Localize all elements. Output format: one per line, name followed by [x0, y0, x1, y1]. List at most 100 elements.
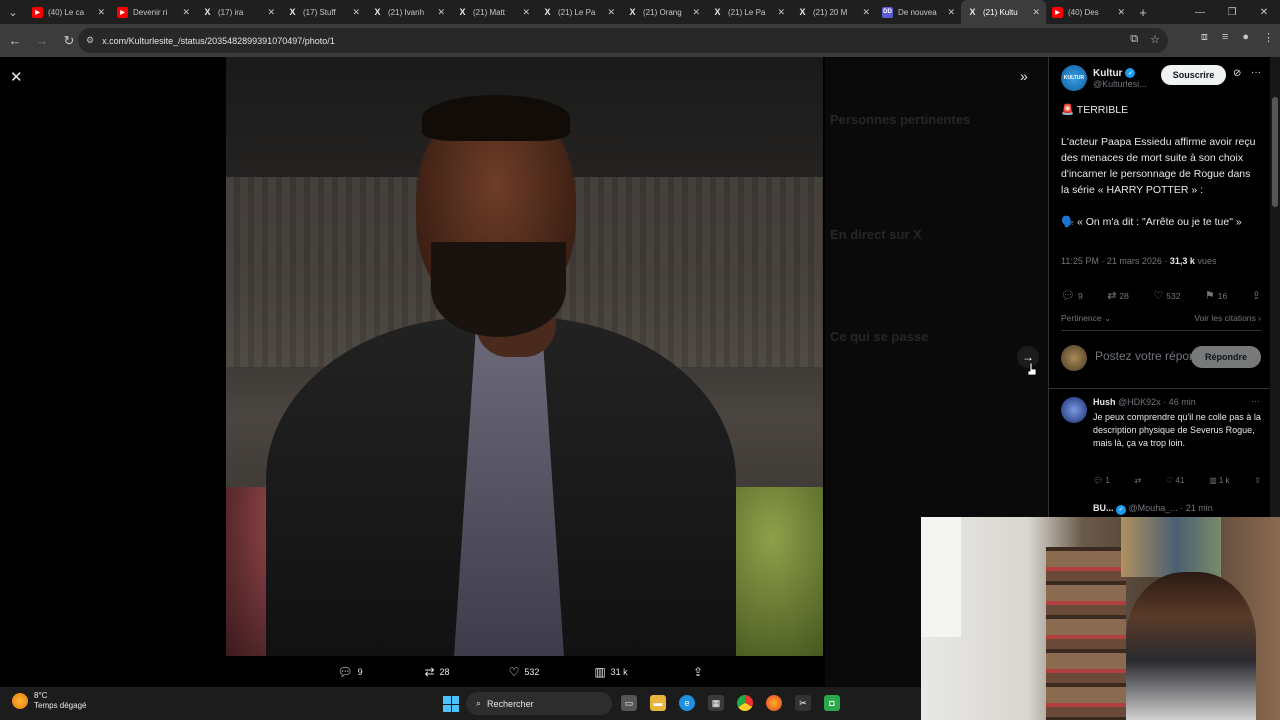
extensions-icon[interactable]: ⧈	[1201, 31, 1208, 44]
reply-repost-action[interactable]: ⇄	[1135, 476, 1142, 485]
post-timestamp[interactable]: 11:25 PM · 21 mars 2026 ·	[1061, 256, 1167, 266]
ghost-heading-live: En direct sur X	[830, 227, 922, 242]
more-options-icon[interactable]: ···	[1251, 67, 1261, 78]
tab-close-icon[interactable]: ✕	[522, 7, 530, 18]
minimize-icon[interactable]: —	[1184, 0, 1216, 24]
sort-dropdown[interactable]: Pertinence ⌄	[1061, 313, 1111, 324]
weather-widget[interactable]: 8°C Temps dégagé	[12, 691, 86, 711]
task-view-icon[interactable]: ▭	[621, 695, 637, 711]
chevron-right-icon: ›	[1258, 313, 1261, 323]
view-quotes-link[interactable]: Voir les citations ›	[1194, 313, 1261, 324]
reply-item[interactable]: BU... ✓ @Mouha_... · 21 min	[1061, 503, 1261, 515]
browser-tab[interactable]: X (21) Le Pa ✕	[706, 0, 791, 24]
post-author[interactable]: KULTUR Kultur ✓ @Kulturlesi...	[1061, 65, 1147, 91]
reply-author-handle[interactable]: @Mouha_...	[1129, 503, 1178, 513]
author-name[interactable]: Kultur	[1093, 68, 1122, 79]
reply-reply-action[interactable]: 💬︎ 1	[1093, 476, 1110, 485]
tab-title: (21) 20 M	[813, 7, 848, 17]
browser-tab[interactable]: X (21) Ivanh ✕	[366, 0, 451, 24]
chrome-icon[interactable]	[737, 695, 753, 711]
reply-share-action[interactable]: ⇪	[1254, 476, 1261, 485]
grok-icon[interactable]: ⊘	[1233, 68, 1241, 79]
tab-title: (17) ira	[218, 7, 244, 17]
reply-avatar[interactable]	[1061, 397, 1087, 423]
collapse-panel-icon[interactable]: »	[1020, 68, 1028, 84]
edge-icon[interactable]: e	[679, 695, 695, 711]
profile-icon[interactable]: ●	[1242, 31, 1249, 44]
reply-views-action[interactable]: ▥ 1 k	[1209, 476, 1229, 485]
browser-tab[interactable]: X (21) Orang ✕	[621, 0, 706, 24]
weather-sun-icon	[12, 693, 28, 709]
reply-like-action[interactable]: ♡ 41	[1166, 476, 1184, 485]
x-icon: X	[799, 7, 806, 17]
browser-tab[interactable]: X (21) Kultu ✕	[961, 0, 1046, 24]
browser-tab[interactable]: X (17) ira ✕	[196, 0, 281, 24]
panel-share-action[interactable]: ⇪	[1252, 289, 1261, 302]
browser-tab[interactable]: ▶ Devenir ri ✕	[111, 0, 196, 24]
tab-close-icon[interactable]: ✕	[352, 7, 360, 18]
tab-close-icon[interactable]: ✕	[182, 7, 190, 18]
tab-close-icon[interactable]: ✕	[947, 7, 955, 18]
reply-action[interactable]: 💬︎ 9	[307, 665, 394, 679]
browser-tab[interactable]: X (21) 20 M ✕	[791, 0, 876, 24]
tab-close-icon[interactable]: ✕	[607, 7, 615, 18]
omnibox-icons: ⧉ ☆	[1130, 33, 1160, 46]
views-action[interactable]: ▥ 31 k	[568, 665, 655, 679]
panel-repost-action[interactable]: ⇄ 28	[1107, 289, 1129, 302]
browser-tab[interactable]: DD De nouvea ✕	[876, 0, 961, 24]
taskbar-search[interactable]: ⌕ Rechercher	[466, 692, 612, 715]
tab-close-icon[interactable]: ✕	[267, 7, 275, 18]
reply-more-icon[interactable]: ···	[1251, 396, 1260, 406]
author-handle[interactable]: @Kulturlesi...	[1093, 79, 1147, 89]
tab-close-icon[interactable]: ✕	[1032, 7, 1040, 18]
subscribe-button[interactable]: Souscrire	[1161, 65, 1226, 85]
tab-close-icon[interactable]: ✕	[97, 7, 105, 18]
install-app-icon[interactable]: ⧉	[1130, 33, 1138, 46]
panel-reply-action[interactable]: 💬︎ 9	[1061, 289, 1083, 302]
firefox-icon[interactable]	[766, 695, 782, 711]
back-button[interactable]: ←	[3, 29, 27, 53]
browser-tab[interactable]: X (17) Stuff ✕	[281, 0, 366, 24]
close-window-icon[interactable]: ✕	[1248, 0, 1280, 24]
new-tab-button[interactable]: +	[1131, 5, 1155, 20]
reply-submit-button[interactable]: Répondre	[1191, 346, 1261, 368]
like-action[interactable]: ♡ 532	[481, 665, 568, 679]
tab-close-icon[interactable]: ✕	[777, 7, 785, 18]
tab-close-icon[interactable]: ✕	[862, 7, 870, 18]
reply-author-name[interactable]: Hush	[1093, 397, 1116, 407]
author-avatar[interactable]: KULTUR	[1061, 65, 1087, 91]
bookmark-star-icon[interactable]: ☆	[1150, 33, 1160, 46]
start-menu-icon[interactable]	[443, 696, 459, 712]
post-photo[interactable]	[226, 57, 823, 656]
file-explorer-icon[interactable]: ▬	[650, 695, 666, 711]
store-icon[interactable]: ▦	[708, 695, 724, 711]
tab-close-icon[interactable]: ✕	[1117, 7, 1125, 18]
current-user-avatar[interactable]	[1061, 345, 1087, 371]
maximize-icon[interactable]: ❐	[1216, 0, 1248, 24]
browser-tab[interactable]: ▶ (40) Des ✕	[1046, 0, 1131, 24]
reply-time[interactable]: · 21 min	[1180, 503, 1213, 513]
tab-close-icon[interactable]: ✕	[692, 7, 700, 18]
forward-button[interactable]: →	[30, 29, 54, 53]
tab-title: (21) Le Pa	[558, 7, 596, 17]
close-viewer-icon[interactable]: ✕	[10, 68, 23, 86]
menu-icon[interactable]: ⋮	[1263, 31, 1274, 44]
browser-tab[interactable]: X (21) Le Pa ✕	[536, 0, 621, 24]
reply-author-name[interactable]: BU...	[1093, 503, 1114, 513]
browser-tab[interactable]: ▶ (40) Le ca ✕	[26, 0, 111, 24]
reply-author-handle[interactable]: @HDK92x	[1118, 397, 1161, 407]
browser-tab[interactable]: X (21) Matt ✕	[451, 0, 536, 24]
site-info-icon[interactable]: ⚙	[86, 35, 94, 46]
share-action[interactable]: ⇪	[655, 665, 742, 679]
panel-bookmark-action[interactable]: ⚑ 16	[1205, 289, 1227, 302]
capcut-icon[interactable]: ✂	[795, 695, 811, 711]
tab-close-icon[interactable]: ✕	[437, 7, 445, 18]
reply-time[interactable]: · 46 min	[1163, 397, 1196, 407]
address-bar[interactable]: ⚙ x.com/Kulturlesite_/status/20354828993…	[78, 28, 1168, 53]
scrollbar-thumb[interactable]	[1272, 97, 1278, 207]
panel-like-action[interactable]: ♡ 532	[1153, 289, 1180, 302]
repost-action[interactable]: ⇄ 28	[394, 665, 481, 679]
media-icon[interactable]: ≡	[1222, 31, 1228, 44]
tab-search-icon[interactable]: ⌄	[0, 0, 26, 24]
game-app-icon[interactable]: ◘	[824, 695, 840, 711]
